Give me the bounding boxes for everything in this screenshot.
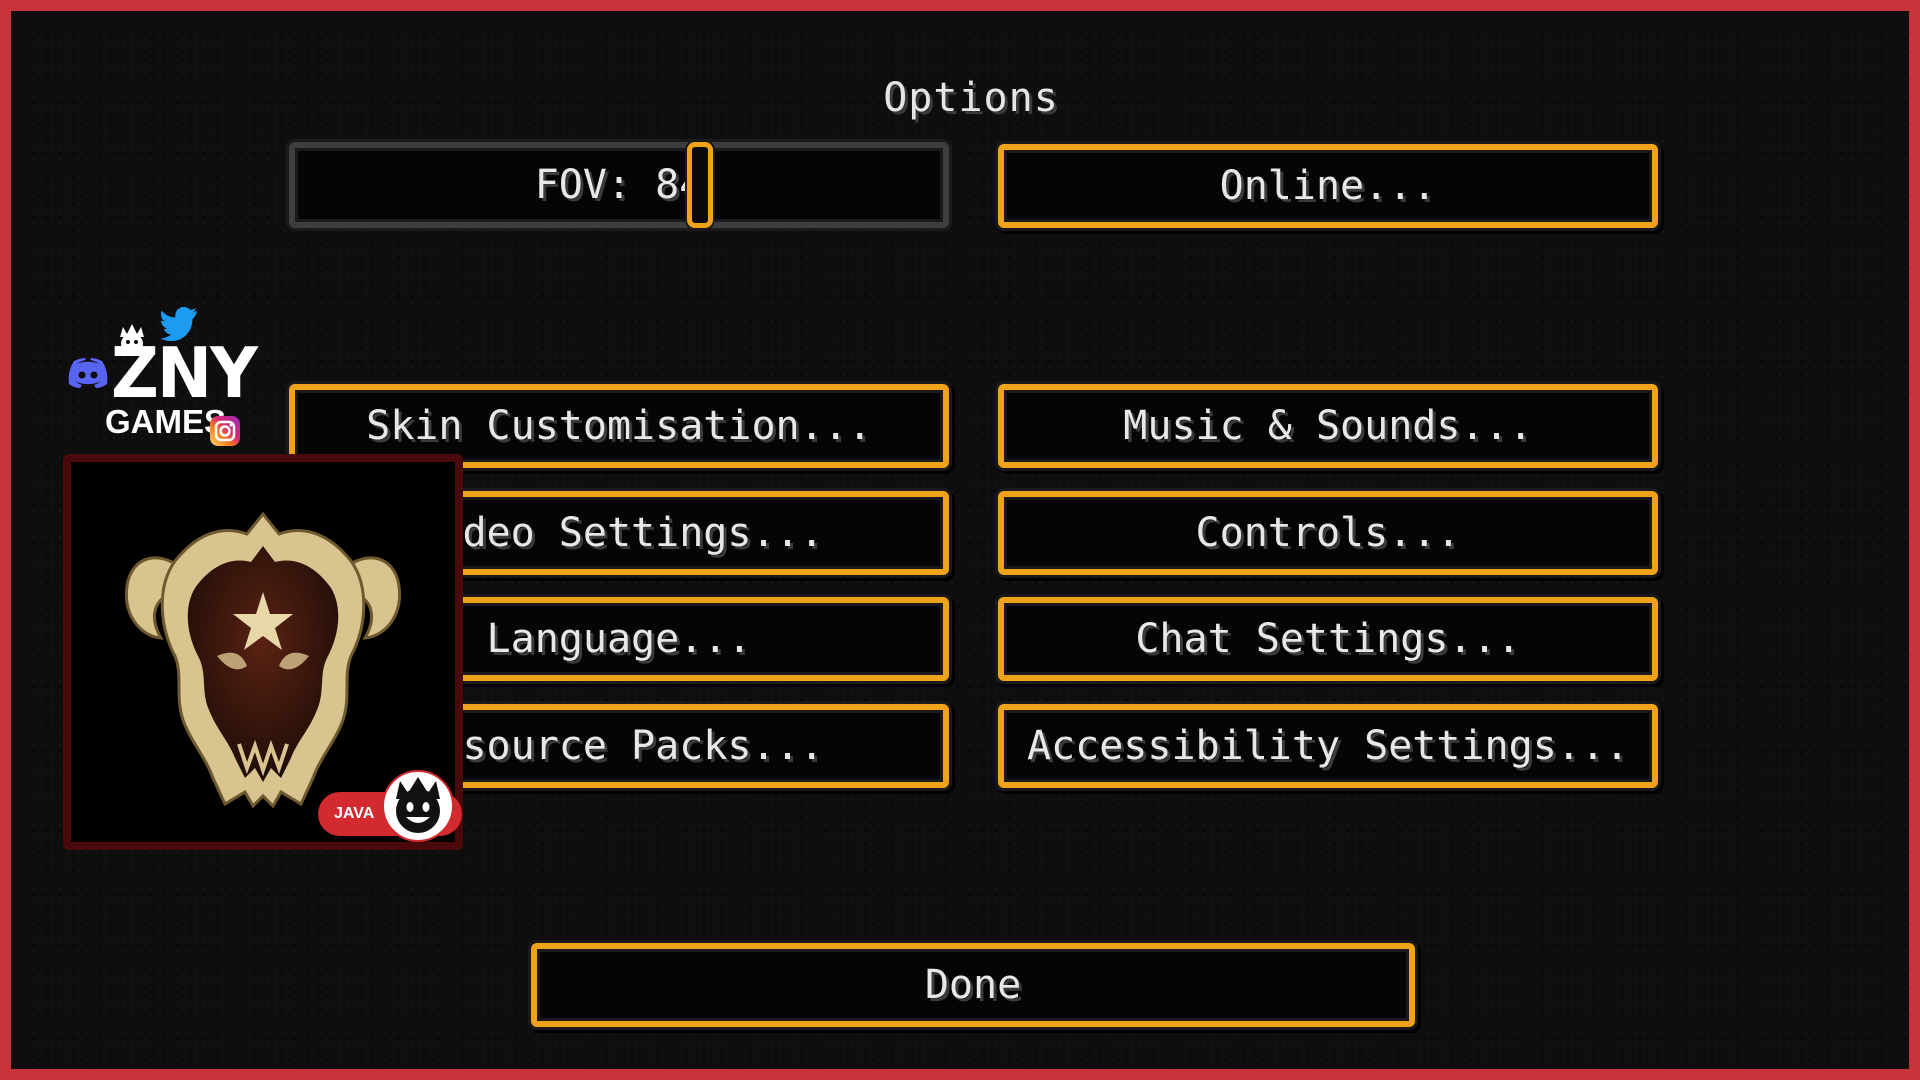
fov-slider-handle[interactable]	[687, 142, 713, 228]
screen-frame: Options FOV: 84 Online... Skin Customisa…	[0, 0, 1920, 1080]
online-button[interactable]: Online...	[998, 144, 1658, 228]
zny-mascot-badge-icon	[382, 770, 454, 842]
brand-logo-zny: ZNY	[111, 333, 258, 414]
controls-button[interactable]: Controls...	[998, 491, 1658, 575]
accessibility-settings-button[interactable]: Accessibility Settings...	[998, 704, 1658, 788]
chat-settings-button[interactable]: Chat Settings...	[998, 597, 1658, 681]
brand-logo-games: GAMES	[105, 403, 227, 440]
java-badge-label: JAVA	[334, 805, 375, 822]
instagram-icon	[210, 416, 240, 446]
music-sounds-button[interactable]: Music & Sounds...	[998, 384, 1658, 468]
page-title: Options	[883, 75, 1059, 121]
fov-slider-label: FOV: 84	[534, 162, 704, 208]
discord-icon	[68, 358, 108, 388]
done-button[interactable]: Done	[531, 943, 1415, 1027]
fov-slider[interactable]: FOV: 84	[289, 142, 949, 228]
black-bull-emblem-icon	[124, 511, 402, 809]
